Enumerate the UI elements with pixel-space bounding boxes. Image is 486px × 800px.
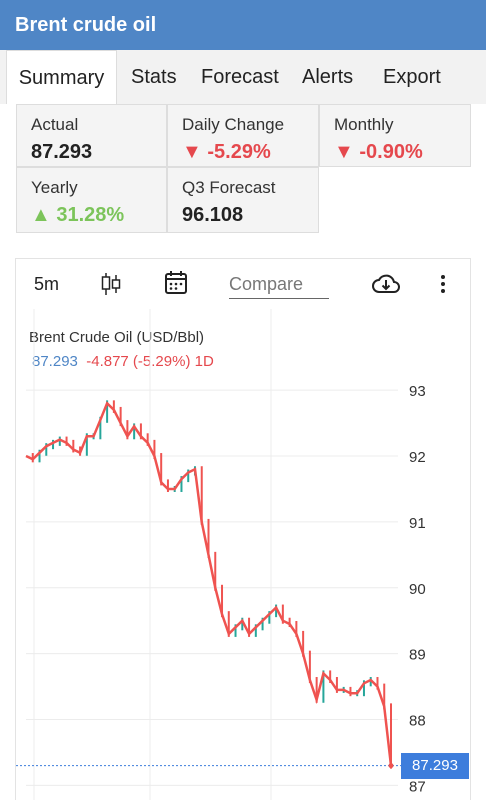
tab-export[interactable]: Export <box>383 50 441 104</box>
stat-card-yearly: Yearly ▲ 31.28% <box>16 167 167 233</box>
stat-card-daily-change: Daily Change ▼ -5.29% <box>167 104 319 167</box>
tab-alerts[interactable]: Alerts <box>302 50 353 104</box>
price-chart[interactable]: 93 92 91 90 89 88 87 <box>16 259 471 800</box>
tab-bar: Summary Stats Forecast Alerts Export <box>0 50 486 104</box>
stat-value: ▼ -5.29% <box>182 141 271 163</box>
tab-summary[interactable]: Summary <box>6 50 117 104</box>
y-tick-label: 90 <box>409 581 426 598</box>
y-tick-label: 87 <box>409 778 426 795</box>
triangle-down-icon: ▼ <box>334 141 360 163</box>
y-tick-label: 93 <box>409 383 426 400</box>
last-price-point <box>388 763 394 769</box>
stat-card-monthly: Monthly ▼ -0.90% <box>319 104 471 167</box>
y-tick-label: 88 <box>409 713 426 730</box>
chart-panel: 5m Compare Brent Crude Oil (USD/Bbl) 87.… <box>15 258 471 800</box>
stat-label: Q3 Forecast <box>182 178 276 197</box>
triangle-down-icon: ▼ <box>182 141 208 163</box>
stat-card-actual: Actual 87.293 <box>16 104 167 167</box>
stat-value: 96.108 <box>182 204 244 226</box>
stat-label: Actual <box>31 115 79 134</box>
stat-label: Daily Change <box>182 115 285 134</box>
stat-value: ▼ -0.90% <box>334 141 423 163</box>
last-price-tag: 87.293 <box>401 752 469 779</box>
tab-stats[interactable]: Stats <box>131 50 177 104</box>
app-title: Brent crude oil <box>0 0 486 50</box>
stat-value: 87.293 <box>31 141 93 163</box>
tab-forecast[interactable]: Forecast <box>201 50 279 104</box>
y-tick-label: 89 <box>409 647 426 664</box>
stat-card-q3-forecast: Q3 Forecast 96.108 <box>167 167 319 233</box>
triangle-up-icon: ▲ <box>31 204 57 226</box>
y-tick-label: 92 <box>409 449 426 466</box>
stat-label: Yearly <box>31 178 78 197</box>
y-tick-label: 91 <box>409 515 426 532</box>
stat-label: Monthly <box>334 115 394 134</box>
price-line <box>25 401 393 766</box>
stat-value: ▲ 31.28% <box>31 204 125 226</box>
